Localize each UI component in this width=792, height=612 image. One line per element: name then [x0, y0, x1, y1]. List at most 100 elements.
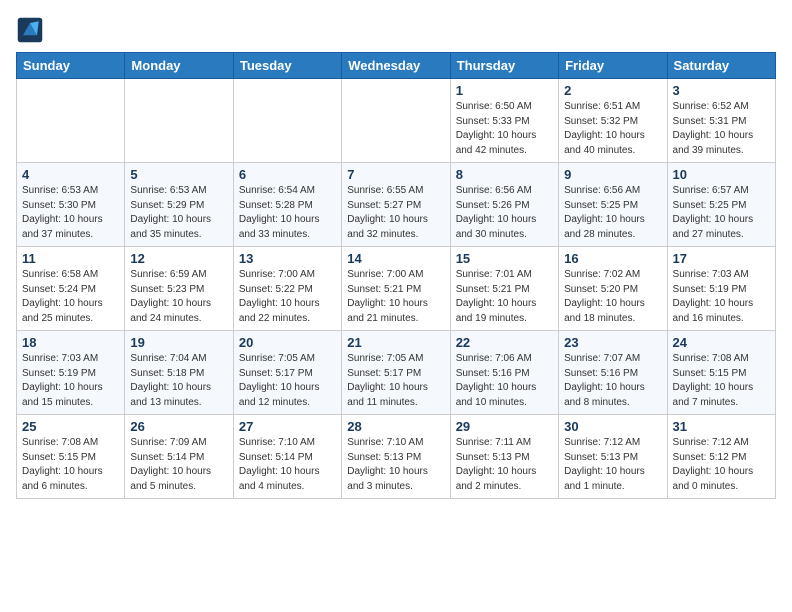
day-info: Sunrise: 7:12 AM Sunset: 5:12 PM Dayligh… [673, 436, 770, 494]
day-cell: 18 Sunrise: 7:03 AM Sunset: 5:19 PM Dayli… [17, 331, 125, 415]
day-info: Sunrise: 7:07 AM Sunset: 5:16 PM Dayligh… [564, 352, 661, 410]
day-number: 7 [347, 167, 444, 182]
day-info: Sunrise: 6:55 AM Sunset: 5:27 PM Dayligh… [347, 184, 444, 242]
week-row-4: 18 Sunrise: 7:03 AM Sunset: 5:19 PM Dayli… [17, 331, 776, 415]
week-row-1: 1Sunrise: 6:50 AM Sunset: 5:33 PM Daylig… [17, 79, 776, 163]
day-info: Sunrise: 6:56 AM Sunset: 5:26 PM Dayligh… [456, 184, 553, 242]
day-cell: 8 Sunrise: 6:56 AM Sunset: 5:26 PM Daylig… [450, 163, 558, 247]
week-row-5: 25 Sunrise: 7:08 AM Sunset: 5:15 PM Dayli… [17, 415, 776, 499]
day-info: Sunrise: 7:03 AM Sunset: 5:19 PM Dayligh… [22, 352, 119, 410]
day-info: Sunrise: 6:57 AM Sunset: 5:25 PM Dayligh… [673, 184, 770, 242]
day-info: Sunrise: 7:12 AM Sunset: 5:13 PM Dayligh… [564, 436, 661, 494]
day-info: Sunrise: 7:00 AM Sunset: 5:21 PM Dayligh… [347, 268, 444, 326]
day-number: 31 [673, 419, 770, 434]
day-cell [233, 79, 341, 163]
day-number: 6 [239, 167, 336, 182]
day-cell: 30 Sunrise: 7:12 AM Sunset: 5:13 PM Dayli… [559, 415, 667, 499]
day-info: Sunrise: 7:05 AM Sunset: 5:17 PM Dayligh… [347, 352, 444, 410]
day-number: 8 [456, 167, 553, 182]
day-info: Sunrise: 7:00 AM Sunset: 5:22 PM Dayligh… [239, 268, 336, 326]
day-number: 23 [564, 335, 661, 350]
day-info: Sunrise: 7:10 AM Sunset: 5:14 PM Dayligh… [239, 436, 336, 494]
day-info: Sunrise: 6:56 AM Sunset: 5:25 PM Dayligh… [564, 184, 661, 242]
day-number: 20 [239, 335, 336, 350]
day-cell: 22 Sunrise: 7:06 AM Sunset: 5:16 PM Dayli… [450, 331, 558, 415]
day-number: 18 [22, 335, 119, 350]
day-cell: 23 Sunrise: 7:07 AM Sunset: 5:16 PM Dayli… [559, 331, 667, 415]
day-number: 16 [564, 251, 661, 266]
day-info: Sunrise: 6:53 AM Sunset: 5:30 PM Dayligh… [22, 184, 119, 242]
day-number: 28 [347, 419, 444, 434]
logo [16, 16, 48, 44]
day-cell: 19 Sunrise: 7:04 AM Sunset: 5:18 PM Dayli… [125, 331, 233, 415]
day-number: 25 [22, 419, 119, 434]
day-number: 4 [22, 167, 119, 182]
week-row-3: 11 Sunrise: 6:58 AM Sunset: 5:24 PM Dayli… [17, 247, 776, 331]
day-number: 22 [456, 335, 553, 350]
day-info: Sunrise: 6:53 AM Sunset: 5:29 PM Dayligh… [130, 184, 227, 242]
day-number: 11 [22, 251, 119, 266]
weekday-header-tuesday: Tuesday [233, 53, 341, 79]
day-cell: 4 Sunrise: 6:53 AM Sunset: 5:30 PM Daylig… [17, 163, 125, 247]
day-cell: 17 Sunrise: 7:03 AM Sunset: 5:19 PM Dayli… [667, 247, 775, 331]
day-info: Sunrise: 7:08 AM Sunset: 5:15 PM Dayligh… [673, 352, 770, 410]
day-number: 21 [347, 335, 444, 350]
day-cell: 12 Sunrise: 6:59 AM Sunset: 5:23 PM Dayli… [125, 247, 233, 331]
day-number: 3 [673, 83, 770, 98]
day-cell: 31 Sunrise: 7:12 AM Sunset: 5:12 PM Dayli… [667, 415, 775, 499]
day-number: 1 [456, 83, 553, 98]
logo-icon [16, 16, 44, 44]
day-info: Sunrise: 6:52 AM Sunset: 5:31 PM Dayligh… [673, 100, 770, 158]
page-header [16, 16, 776, 44]
weekday-header-sunday: Sunday [17, 53, 125, 79]
day-info: Sunrise: 6:59 AM Sunset: 5:23 PM Dayligh… [130, 268, 227, 326]
day-number: 29 [456, 419, 553, 434]
day-info: Sunrise: 7:02 AM Sunset: 5:20 PM Dayligh… [564, 268, 661, 326]
day-number: 30 [564, 419, 661, 434]
day-info: Sunrise: 6:54 AM Sunset: 5:28 PM Dayligh… [239, 184, 336, 242]
day-number: 14 [347, 251, 444, 266]
day-cell: 11 Sunrise: 6:58 AM Sunset: 5:24 PM Dayli… [17, 247, 125, 331]
day-cell: 26 Sunrise: 7:09 AM Sunset: 5:14 PM Dayli… [125, 415, 233, 499]
day-info: Sunrise: 7:11 AM Sunset: 5:13 PM Dayligh… [456, 436, 553, 494]
day-cell: 1Sunrise: 6:50 AM Sunset: 5:33 PM Daylig… [450, 79, 558, 163]
day-info: Sunrise: 6:58 AM Sunset: 5:24 PM Dayligh… [22, 268, 119, 326]
day-info: Sunrise: 7:08 AM Sunset: 5:15 PM Dayligh… [22, 436, 119, 494]
day-cell: 3 Sunrise: 6:52 AM Sunset: 5:31 PM Daylig… [667, 79, 775, 163]
weekday-header-thursday: Thursday [450, 53, 558, 79]
day-info: Sunrise: 7:06 AM Sunset: 5:16 PM Dayligh… [456, 352, 553, 410]
day-cell: 10 Sunrise: 6:57 AM Sunset: 5:25 PM Dayli… [667, 163, 775, 247]
day-cell: 25 Sunrise: 7:08 AM Sunset: 5:15 PM Dayli… [17, 415, 125, 499]
weekday-header-wednesday: Wednesday [342, 53, 450, 79]
day-cell: 29 Sunrise: 7:11 AM Sunset: 5:13 PM Dayli… [450, 415, 558, 499]
day-cell: 13 Sunrise: 7:00 AM Sunset: 5:22 PM Dayli… [233, 247, 341, 331]
day-info: Sunrise: 7:09 AM Sunset: 5:14 PM Dayligh… [130, 436, 227, 494]
day-cell: 20 Sunrise: 7:05 AM Sunset: 5:17 PM Dayli… [233, 331, 341, 415]
day-number: 19 [130, 335, 227, 350]
day-info: Sunrise: 7:05 AM Sunset: 5:17 PM Dayligh… [239, 352, 336, 410]
day-number: 10 [673, 167, 770, 182]
day-cell [342, 79, 450, 163]
week-row-2: 4 Sunrise: 6:53 AM Sunset: 5:30 PM Daylig… [17, 163, 776, 247]
day-number: 13 [239, 251, 336, 266]
day-number: 27 [239, 419, 336, 434]
day-number: 24 [673, 335, 770, 350]
day-info: Sunrise: 7:03 AM Sunset: 5:19 PM Dayligh… [673, 268, 770, 326]
day-info: Sunrise: 7:04 AM Sunset: 5:18 PM Dayligh… [130, 352, 227, 410]
weekday-header-saturday: Saturday [667, 53, 775, 79]
day-cell: 28 Sunrise: 7:10 AM Sunset: 5:13 PM Dayli… [342, 415, 450, 499]
weekday-header-row: SundayMondayTuesdayWednesdayThursdayFrid… [17, 53, 776, 79]
day-cell: 27 Sunrise: 7:10 AM Sunset: 5:14 PM Dayli… [233, 415, 341, 499]
calendar-table: SundayMondayTuesdayWednesdayThursdayFrid… [16, 52, 776, 499]
day-number: 2 [564, 83, 661, 98]
day-info: Sunrise: 6:51 AM Sunset: 5:32 PM Dayligh… [564, 100, 661, 158]
day-number: 12 [130, 251, 227, 266]
day-number: 15 [456, 251, 553, 266]
day-cell: 2 Sunrise: 6:51 AM Sunset: 5:32 PM Daylig… [559, 79, 667, 163]
day-cell [17, 79, 125, 163]
day-number: 26 [130, 419, 227, 434]
day-info: Sunrise: 7:10 AM Sunset: 5:13 PM Dayligh… [347, 436, 444, 494]
day-info: Sunrise: 7:01 AM Sunset: 5:21 PM Dayligh… [456, 268, 553, 326]
day-number: 17 [673, 251, 770, 266]
day-cell: 5Sunrise: 6:53 AM Sunset: 5:29 PM Daylig… [125, 163, 233, 247]
